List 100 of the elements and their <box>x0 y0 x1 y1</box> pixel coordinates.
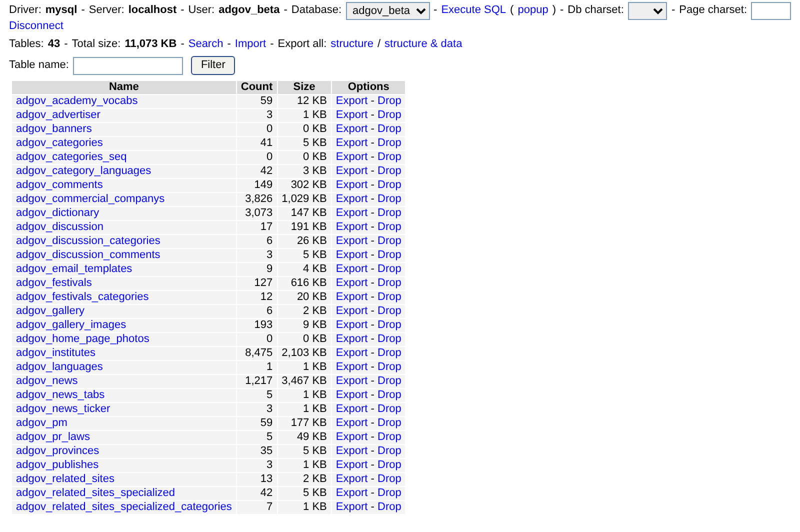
export-link[interactable]: Export <box>336 193 368 206</box>
separator-text: - <box>370 123 374 136</box>
drop-link[interactable]: Drop <box>378 403 402 416</box>
drop-link[interactable]: Drop <box>378 165 402 178</box>
export-link[interactable]: Export <box>336 459 368 472</box>
drop-link[interactable]: Drop <box>378 95 402 108</box>
table-cell: 3,467 KB <box>278 374 331 388</box>
export-link[interactable]: Export <box>336 487 368 500</box>
table-name-field[interactable] <box>72 56 183 75</box>
drop-link[interactable]: Drop <box>378 137 402 150</box>
link[interactable]: structure & data <box>384 38 462 52</box>
drop-link[interactable]: Drop <box>378 417 402 430</box>
export-link[interactable]: Export <box>336 291 368 304</box>
export-link[interactable]: Export <box>336 263 368 276</box>
table-cell: 20 KB <box>278 290 331 304</box>
export-link[interactable]: Export <box>336 235 368 248</box>
drop-link[interactable]: Drop <box>378 277 402 290</box>
text-field[interactable] <box>751 2 791 20</box>
export-link[interactable]: Export <box>336 249 368 262</box>
export-link[interactable]: Export <box>336 207 368 220</box>
separator-text: - <box>81 4 85 18</box>
drop-link[interactable]: Drop <box>378 459 402 472</box>
drop-link[interactable]: Drop <box>378 375 402 388</box>
drop-link[interactable]: Drop <box>378 487 402 500</box>
export-link[interactable]: Export <box>336 445 368 458</box>
link[interactable]: structure <box>330 38 374 52</box>
drop-link[interactable]: Drop <box>378 473 402 486</box>
separator-text: - <box>370 221 374 234</box>
table-cell: 9 <box>236 262 277 276</box>
link[interactable]: Execute SQL <box>441 4 506 18</box>
export-link[interactable]: Export <box>336 165 368 178</box>
link[interactable]: popup <box>518 4 548 18</box>
export-link[interactable]: Export <box>336 403 368 416</box>
field-label: Table name: <box>9 58 69 72</box>
drop-link[interactable]: Drop <box>378 333 402 346</box>
dropdown[interactable]: adgov_beta <box>346 2 430 20</box>
table-cell: 616 KB <box>278 276 331 290</box>
dropdown[interactable] <box>628 2 668 20</box>
separator-text: - <box>370 95 374 108</box>
drop-link[interactable]: Drop <box>378 319 402 332</box>
separator-text: - <box>560 4 564 18</box>
drop-link[interactable]: Drop <box>378 193 402 206</box>
drop-link[interactable]: Drop <box>378 207 402 220</box>
separator-text: - <box>370 403 374 416</box>
info-value: adgov_beta <box>218 4 280 18</box>
drop-link[interactable]: Drop <box>378 431 402 444</box>
table-cell: 49 KB <box>278 430 331 444</box>
export-link[interactable]: Export <box>336 501 368 514</box>
drop-link[interactable]: Drop <box>378 235 402 248</box>
table-cell: 59 <box>236 416 277 430</box>
label-text: Database: <box>291 4 342 18</box>
export-link[interactable]: Export <box>336 389 368 402</box>
export-link[interactable]: Export <box>336 361 368 374</box>
link[interactable]: Disconnect <box>9 20 64 34</box>
drop-link[interactable]: Drop <box>378 109 402 122</box>
export-link[interactable]: Export <box>336 151 368 164</box>
link[interactable]: Import <box>234 38 266 52</box>
drop-link[interactable]: Drop <box>378 263 402 276</box>
export-link[interactable]: Export <box>336 417 368 430</box>
info-value: 11,073 KB <box>124 38 177 52</box>
table-cell: 2,103 KB <box>278 346 331 360</box>
table-cell: 5 <box>236 430 277 444</box>
table-cell: 42 <box>236 486 277 500</box>
drop-link[interactable]: Drop <box>378 389 402 402</box>
export-link[interactable]: Export <box>336 473 368 486</box>
drop-link[interactable]: Drop <box>378 123 402 136</box>
export-link[interactable]: Export <box>336 123 368 136</box>
export-link[interactable]: Export <box>336 95 368 108</box>
export-link[interactable]: Export <box>336 333 368 346</box>
drop-link[interactable]: Drop <box>378 249 402 262</box>
label-text: Page charset: <box>679 4 747 18</box>
separator-text: - <box>370 263 374 276</box>
table-cell: 1 <box>236 360 277 374</box>
table-cell: 1 KB <box>278 402 331 416</box>
table-cell: 0 <box>236 332 277 346</box>
table-cell: 42 <box>236 164 277 178</box>
export-link[interactable]: Export <box>336 109 368 122</box>
drop-link[interactable]: Drop <box>378 151 402 164</box>
export-link[interactable]: Export <box>336 431 368 444</box>
info-value: localhost <box>128 4 177 18</box>
filter-button[interactable]: Filter <box>190 56 236 75</box>
link[interactable]: Search <box>188 38 224 52</box>
export-link[interactable]: Export <box>336 305 368 318</box>
drop-link[interactable]: Drop <box>378 179 402 192</box>
export-link[interactable]: Export <box>336 375 368 388</box>
export-link[interactable]: Export <box>336 277 368 290</box>
export-link[interactable]: Export <box>336 179 368 192</box>
drop-link[interactable]: Drop <box>378 305 402 318</box>
drop-link[interactable]: Drop <box>378 347 402 360</box>
table-cell: 12 KB <box>278 94 331 108</box>
drop-link[interactable]: Drop <box>378 291 402 304</box>
separator-text: - <box>370 431 374 444</box>
drop-link[interactable]: Drop <box>378 361 402 374</box>
export-link[interactable]: Export <box>336 319 368 332</box>
drop-link[interactable]: Drop <box>378 445 402 458</box>
drop-link[interactable]: Drop <box>378 501 402 514</box>
export-link[interactable]: Export <box>336 347 368 360</box>
export-link[interactable]: Export <box>336 137 368 150</box>
drop-link[interactable]: Drop <box>378 221 402 234</box>
export-link[interactable]: Export <box>336 221 368 234</box>
